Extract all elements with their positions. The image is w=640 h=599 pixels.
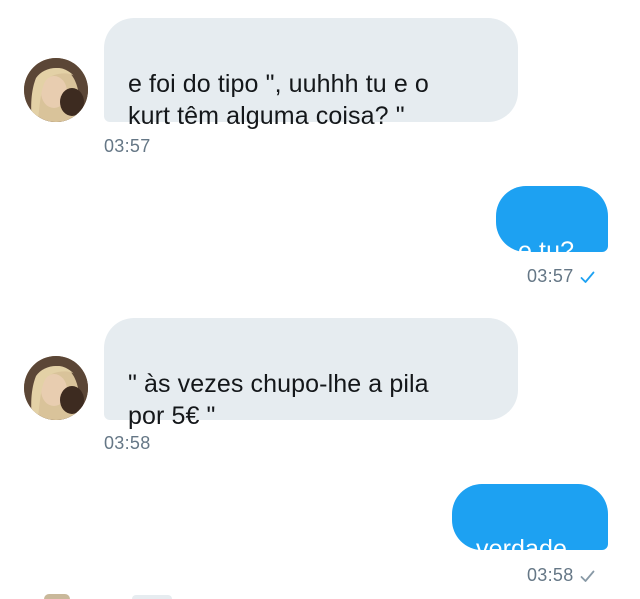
message-bubble-incoming xyxy=(132,595,172,599)
message-text: " às vezes chupo-lhe a pila por 5€ " xyxy=(128,370,429,430)
timestamp-text: 03:57 xyxy=(527,266,574,286)
message-bubble-incoming[interactable]: e foi do tipo ", uuhhh tu e o kurt têm a… xyxy=(104,18,518,130)
message-bubble-outgoing[interactable]: verdade xyxy=(452,484,608,563)
message-timestamp: 03:57 xyxy=(527,266,595,289)
check-icon xyxy=(580,567,595,588)
message-text: e tu? xyxy=(518,237,575,265)
message-bubble-incoming[interactable]: " às vezes chupo-lhe a pila por 5€ " xyxy=(104,318,518,430)
message-timestamp: 03:58 xyxy=(104,433,151,454)
timestamp-text: 03:58 xyxy=(104,433,151,453)
message-text: verdade xyxy=(476,535,568,563)
message-timestamp: 03:57 xyxy=(104,136,151,157)
avatar[interactable] xyxy=(24,58,88,122)
check-icon xyxy=(580,268,595,289)
avatar xyxy=(44,594,70,599)
timestamp-text: 03:57 xyxy=(104,136,151,156)
timestamp-text: 03:58 xyxy=(527,565,574,585)
message-bubble-outgoing[interactable]: e tu? xyxy=(496,186,608,265)
message-text: e foi do tipo ", uuhhh tu e o kurt têm a… xyxy=(128,70,429,130)
message-timestamp: 03:58 xyxy=(527,565,595,588)
avatar[interactable] xyxy=(24,356,88,420)
